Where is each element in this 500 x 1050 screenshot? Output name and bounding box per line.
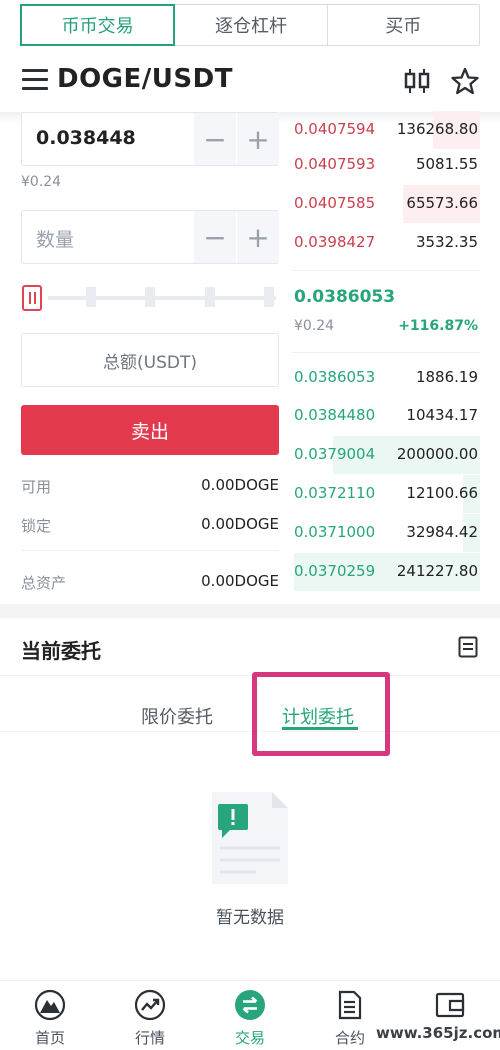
current-orders-title: 当前委托 [21, 639, 101, 663]
bid-price: 0.0386053 [294, 368, 376, 386]
contract-icon [338, 990, 362, 1020]
ask-row[interactable]: 0.0407593 5081.55 [292, 146, 480, 184]
bid-row[interactable]: 0.0384480 10434.17 [292, 397, 480, 435]
menu-icon[interactable] [22, 69, 48, 91]
slider-tick[interactable] [264, 287, 274, 307]
tab-limit-orders[interactable]: 限价委托 [141, 703, 213, 729]
price-change: +116.87% [398, 318, 478, 334]
empty-document-icon [212, 792, 288, 884]
bid-quantity: 12100.66 [406, 484, 478, 502]
nav-label: 交易 [234, 1029, 265, 1047]
nav-home[interactable]: 首页 [10, 987, 90, 1047]
divider [292, 270, 480, 271]
ask-quantity: 65573.66 [406, 194, 478, 212]
ask-price: 0.0407594 [294, 120, 376, 138]
watermark: www.365jz.com [376, 1024, 500, 1042]
empty-state-text: 暂无数据 [216, 908, 284, 928]
wallet-icon [435, 992, 465, 1018]
bid-row[interactable]: 0.0370259 241227.80 [292, 553, 480, 591]
last-price-cny: ¥0.24 [294, 318, 335, 334]
locked-label: 锁定 [21, 517, 52, 535]
total-assets-value: 0.00DOGE [201, 572, 279, 590]
ask-quantity: 5081.55 [415, 155, 478, 173]
price-input[interactable]: 0.038448 − + [21, 112, 279, 166]
last-price[interactable]: 0.0386053 [294, 287, 395, 307]
ask-row[interactable]: 0.0407594 136268.80 [292, 111, 480, 149]
tab-buy-crypto[interactable]: 买币 [328, 5, 479, 45]
amount-slider-handle[interactable] [22, 285, 42, 311]
ask-row[interactable]: 0.0407585 65573.66 [292, 185, 480, 223]
home-icon [34, 989, 66, 1021]
bid-price: 0.0371000 [294, 523, 376, 541]
kline-icon[interactable] [402, 67, 432, 95]
divider [0, 731, 500, 732]
tab-spot[interactable]: 币币交易 [20, 4, 176, 46]
bid-price: 0.0372110 [294, 484, 376, 502]
ask-price: 0.0398427 [294, 233, 376, 251]
bid-price: 0.0384480 [294, 406, 376, 424]
bid-quantity: 32984.42 [406, 523, 478, 541]
divider [21, 550, 279, 551]
price-value: 0.038448 [36, 127, 136, 149]
slider-tick[interactable] [205, 287, 215, 307]
price-cny: ¥0.24 [21, 174, 62, 190]
quantity-minus-button[interactable]: − [194, 211, 236, 263]
price-plus-button[interactable]: + [237, 113, 279, 165]
divider [0, 675, 500, 676]
bid-row[interactable]: 0.0371000 32984.42 [292, 514, 480, 552]
pair-title[interactable]: DOGE/USDT [57, 64, 233, 94]
divider [292, 352, 480, 353]
highlight-annotation [252, 672, 390, 756]
available-label: 可用 [21, 478, 52, 496]
star-icon[interactable] [451, 67, 479, 95]
header: DOGE/USDT [0, 55, 500, 109]
price-minus-button[interactable]: − [194, 113, 236, 165]
slider-tick[interactable] [145, 287, 155, 307]
total-placeholder: 总额(USDT) [103, 352, 197, 373]
nav-market[interactable]: 行情 [110, 987, 190, 1047]
bid-price: 0.0379004 [294, 445, 376, 463]
ask-price: 0.0407593 [294, 155, 376, 173]
top-tabs: 币币交易 逐仓杠杆 买币 [20, 4, 480, 46]
bid-quantity: 200000.00 [396, 445, 478, 463]
ask-price: 0.0407585 [294, 194, 376, 212]
locked-value: 0.00DOGE [201, 515, 279, 533]
quantity-plus-button[interactable]: + [237, 211, 279, 263]
order-history-icon[interactable] [458, 636, 478, 658]
slider-tick[interactable] [86, 287, 96, 307]
nav-label: 首页 [34, 1029, 65, 1047]
bid-row[interactable]: 0.0372110 12100.66 [292, 475, 480, 513]
bid-quantity: 241227.80 [396, 562, 478, 580]
available-value: 0.00DOGE [201, 476, 279, 494]
ask-row[interactable]: 0.0398427 3532.35 [292, 224, 480, 262]
bid-row[interactable]: 0.0379004 200000.00 [292, 436, 480, 474]
section-divider [0, 604, 500, 618]
ask-quantity: 3532.35 [415, 233, 478, 251]
total-assets-label: 总资产 [21, 574, 67, 592]
sell-button[interactable]: 卖出 [21, 405, 279, 455]
tab-margin[interactable]: 逐仓杠杆 [175, 5, 328, 45]
market-icon [134, 989, 166, 1021]
bid-price: 0.0370259 [294, 562, 376, 580]
quantity-input[interactable]: 数量 − + [21, 210, 279, 264]
bid-quantity: 1886.19 [415, 368, 478, 386]
total-input[interactable]: 总额(USDT) [21, 333, 279, 387]
amount-slider-track[interactable] [48, 296, 276, 300]
quantity-placeholder: 数量 [36, 229, 75, 251]
nav-label: 行情 [134, 1029, 165, 1047]
bid-quantity: 10434.17 [406, 406, 478, 424]
nav-trade[interactable]: 交易 [210, 987, 290, 1047]
ask-quantity: 136268.80 [396, 120, 478, 138]
bid-row[interactable]: 0.0386053 1886.19 [292, 359, 480, 397]
trade-icon [235, 990, 265, 1020]
